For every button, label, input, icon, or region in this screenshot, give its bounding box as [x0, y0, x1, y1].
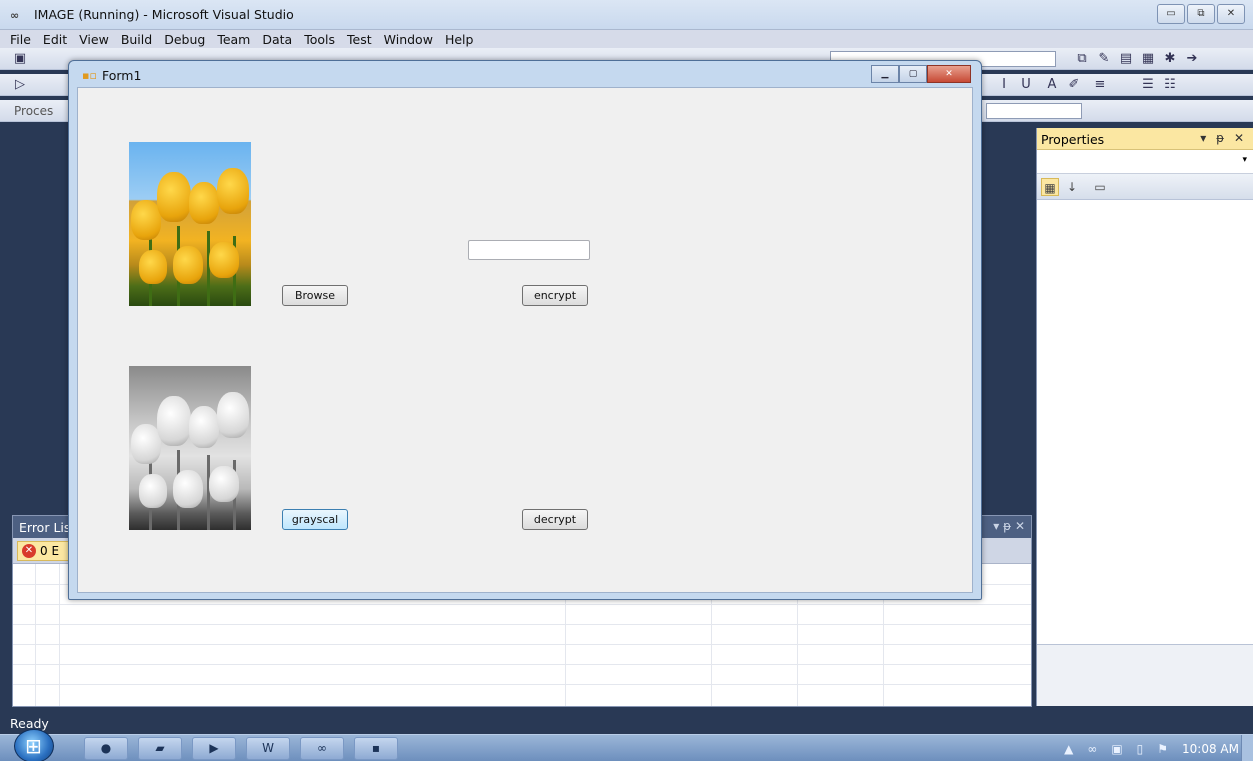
font-color-icon[interactable]: A	[1044, 77, 1060, 93]
properties-description	[1037, 644, 1253, 706]
restore-button[interactable]: ⧉	[1187, 4, 1215, 24]
properties-toolbar: ▦ ↓ ▭	[1037, 174, 1253, 200]
decrypt-button[interactable]: decrypt	[522, 509, 588, 530]
form-icon: ▪▫	[82, 69, 97, 82]
menu-view[interactable]: View	[73, 32, 115, 47]
grayscale-image-picturebox	[129, 366, 251, 530]
chevron-down-icon: ▾	[1242, 155, 1247, 165]
start-button[interactable]	[14, 729, 54, 761]
properties-object-combo[interactable]: ▾	[1037, 150, 1253, 174]
close-button[interactable]: ✕	[1217, 4, 1245, 24]
process-label: Proces	[14, 104, 54, 118]
properties-pin-icon[interactable]: ▾ ᵽ ✕	[1200, 131, 1247, 145]
tray-expand-icon[interactable]: ▲	[1064, 742, 1073, 756]
form1-maximize-button[interactable]: ▢	[899, 65, 927, 83]
form1-title: Form1	[102, 68, 142, 83]
highlight-icon[interactable]: ✐	[1066, 77, 1082, 93]
form1-close-button[interactable]: ✕	[927, 65, 971, 83]
clock[interactable]: 10:08 AM	[1182, 742, 1239, 756]
visual-studio-icon[interactable]: ∞	[300, 737, 344, 760]
explorer-icon[interactable]: ▰	[138, 737, 182, 760]
numbering-icon[interactable]: ☷	[1162, 77, 1178, 93]
system-tray: ▲ ∞ ▣ ▯ ⚑ 10:08 AM	[993, 735, 1253, 761]
form-app-icon[interactable]: ▪	[354, 737, 398, 760]
solution-explorer-icon[interactable]: ⧉	[1074, 51, 1090, 67]
color-image-picturebox	[129, 142, 251, 306]
menu-test[interactable]: Test	[341, 32, 378, 47]
properties-window-icon[interactable]: ✎	[1096, 51, 1112, 67]
object-browser-icon[interactable]: ▤	[1118, 51, 1134, 67]
properties-title: Properties	[1041, 132, 1105, 147]
menu-data[interactable]: Data	[256, 32, 298, 47]
menu-window[interactable]: Window	[378, 32, 439, 47]
properties-header: Properties ▾ ᵽ ✕	[1037, 128, 1253, 150]
categorized-icon[interactable]: ▦	[1041, 178, 1059, 196]
form1-client-area: Browse encrypt grayscal decrypt	[77, 87, 973, 593]
menu-bar: File Edit View Build Debug Team Data Too…	[0, 30, 1253, 48]
underline-icon[interactable]: U	[1018, 77, 1034, 93]
form1-window: ▪▫ Form1 ▁ ▢ ✕ Browse encrypt grayscal d…	[68, 60, 982, 600]
tray-vs-icon[interactable]: ∞	[1087, 742, 1097, 756]
errors-count: 0 E	[40, 544, 60, 558]
menu-build[interactable]: Build	[115, 32, 158, 47]
error-icon: ✕	[22, 544, 36, 558]
tools-icon[interactable]: ✱	[1162, 51, 1178, 67]
continue-icon[interactable]: ▷	[12, 77, 28, 93]
menu-edit[interactable]: Edit	[37, 32, 73, 47]
form1-minimize-button[interactable]: ▁	[871, 65, 899, 83]
vs-title-bar: ∞ IMAGE (Running) - Microsoft Visual Stu…	[0, 0, 1253, 30]
show-desktop-button[interactable]	[1241, 735, 1253, 761]
taskbar: ● ▰ ▶ W ∞ ▪ ▲ ∞ ▣ ▯ ⚑ 10:08 AM	[0, 729, 1253, 761]
vs-window-title: IMAGE (Running) - Microsoft Visual Studi…	[34, 7, 294, 22]
chrome-icon[interactable]: ●	[84, 737, 128, 760]
minimize-button[interactable]: ▭	[1157, 4, 1185, 24]
network-icon[interactable]: ▣	[1111, 742, 1122, 756]
thread-combo[interactable]	[986, 103, 1082, 119]
error-list-title: Error Lis	[19, 520, 71, 535]
error-list-pin-icon[interactable]: ▾ ᵽ ✕	[993, 519, 1025, 533]
italic-icon[interactable]: I	[996, 77, 1012, 93]
menu-tools[interactable]: Tools	[298, 32, 341, 47]
status-bar: Ready	[0, 708, 1253, 734]
errors-filter-button[interactable]: ✕ 0 E	[17, 541, 69, 561]
action-center-icon[interactable]: ⚑	[1157, 742, 1168, 756]
properties-panel: Properties ▾ ᵽ ✕ ▾ ▦ ↓ ▭	[1036, 128, 1253, 706]
form1-window-buttons: ▁ ▢ ✕	[871, 65, 971, 83]
form1-title-bar[interactable]: ▪▫ Form1 ▁ ▢ ✕	[69, 61, 981, 87]
vs-window-buttons: ▭ ⧉ ✕	[1157, 4, 1245, 24]
menu-file[interactable]: File	[4, 32, 37, 47]
vs-logo-icon: ∞	[10, 9, 20, 22]
menu-help[interactable]: Help	[439, 32, 480, 47]
word-icon[interactable]: W	[246, 737, 290, 760]
new-project-icon[interactable]: ▣	[12, 51, 28, 67]
menu-debug[interactable]: Debug	[158, 32, 211, 47]
encrypt-button[interactable]: encrypt	[522, 285, 588, 306]
media-player-icon[interactable]: ▶	[192, 737, 236, 760]
property-pages-icon[interactable]: ▭	[1091, 178, 1109, 196]
toolbox-icon[interactable]: ▦	[1140, 51, 1156, 67]
menu-team[interactable]: Team	[211, 32, 256, 47]
start-page-icon[interactable]: ➔	[1184, 51, 1200, 67]
battery-icon[interactable]: ▯	[1137, 742, 1144, 756]
browse-button[interactable]: Browse	[282, 285, 348, 306]
align-icon[interactable]: ≡	[1092, 77, 1108, 93]
bullets-icon[interactable]: ☰	[1140, 77, 1156, 93]
key-input[interactable]	[468, 240, 590, 260]
grayscale-button[interactable]: grayscal	[282, 509, 348, 530]
alphabetical-icon[interactable]: ↓	[1063, 178, 1081, 196]
